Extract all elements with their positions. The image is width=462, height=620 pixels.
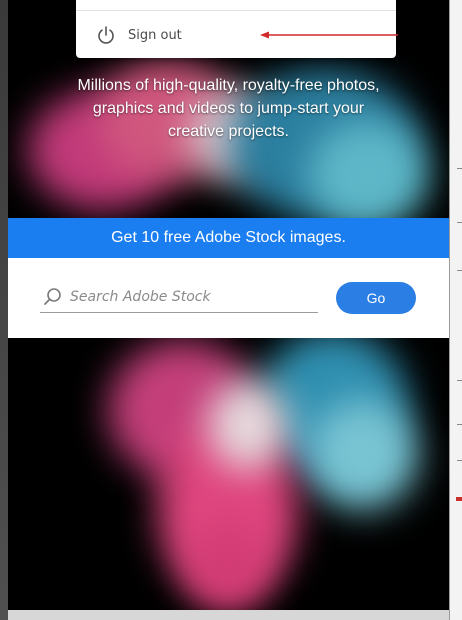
promo-text: Get 10 free Adobe Stock images. <box>111 229 346 246</box>
search-panel: Go <box>8 258 449 338</box>
search-input[interactable] <box>70 289 310 305</box>
screen: Millions of high-quality, royalty-free p… <box>0 0 462 620</box>
background-window-right <box>449 0 462 620</box>
annotation-arrow-icon <box>260 31 398 39</box>
sign-out-menu-item[interactable]: Sign out <box>96 22 182 48</box>
background-window-left <box>0 0 8 620</box>
hero-tagline-line: Millions of high-quality, royalty-free p… <box>77 77 380 94</box>
account-menu: Sign out <box>76 0 398 58</box>
promo-banner[interactable]: Get 10 free Adobe Stock images. <box>8 218 449 258</box>
hero-tagline: Millions of high-quality, royalty-free p… <box>8 74 449 143</box>
search-icon <box>44 288 61 305</box>
go-button[interactable]: Go <box>336 282 416 314</box>
hero-tagline-line: creative projects. <box>168 123 289 140</box>
sign-out-label: Sign out <box>128 27 182 43</box>
menu-divider <box>76 10 396 11</box>
power-icon <box>98 26 114 44</box>
search-field[interactable] <box>40 282 318 313</box>
hero-tagline-line: graphics and videos to jump-start your <box>92 100 365 117</box>
